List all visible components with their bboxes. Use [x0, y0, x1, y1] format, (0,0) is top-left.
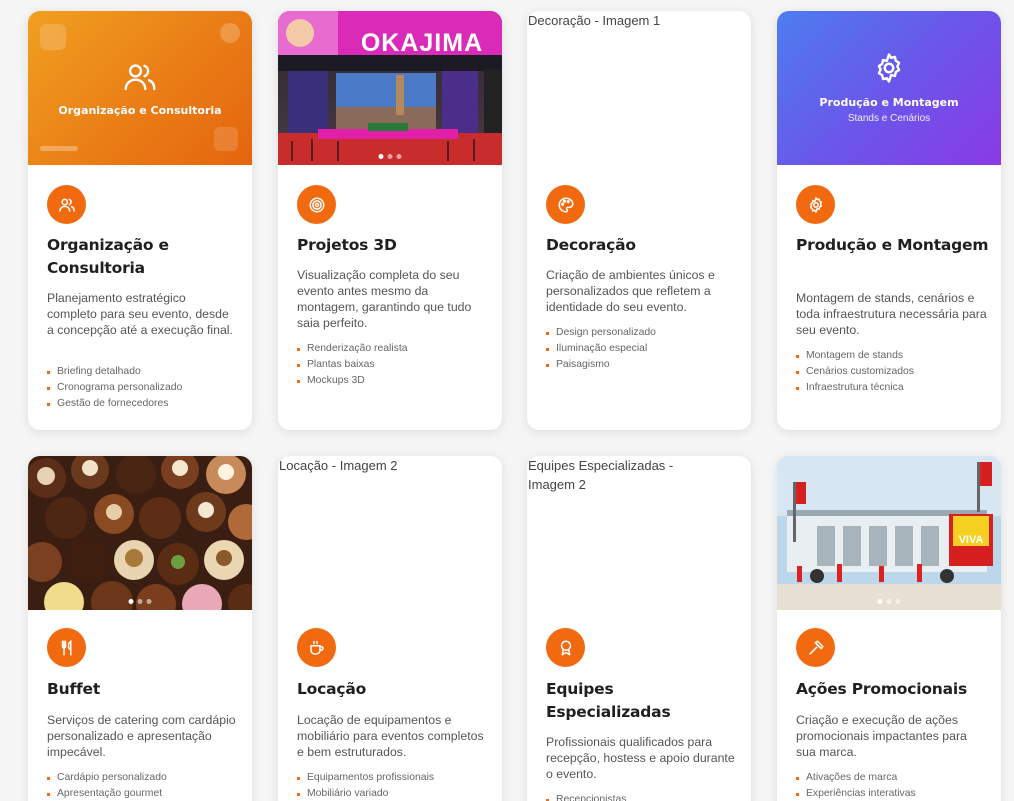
service-card-locacao[interactable]: Locação - Imagem 2 Locação Locação de eq…	[278, 456, 502, 801]
card-title: Organização e Consultoria	[47, 236, 169, 277]
broken-image-alt: Locação - Imagem 2	[279, 458, 398, 473]
target-icon	[297, 185, 336, 224]
feature-item: Paisagismo	[546, 357, 741, 373]
card-title: Produção e Montagem	[796, 236, 989, 254]
banner-subtitle: Stands e Cenários	[847, 113, 931, 124]
decor-square	[40, 24, 66, 50]
card-description: Serviços de catering com cardápio person…	[47, 713, 236, 759]
hammer-icon	[796, 628, 835, 667]
feature-item: Briefing detalhado	[47, 364, 242, 380]
banner-producao: Produção e Montagem Stands e Cenários	[777, 11, 1001, 165]
image-projetos3d[interactable]: OKAJIMA	[278, 11, 502, 165]
feature-list: Montagem de stands Cenários customizados…	[796, 348, 991, 396]
card-title: Locação	[297, 680, 367, 698]
feature-item: Mobiliário variado	[297, 786, 492, 801]
feature-item: Experiências interativas	[796, 786, 991, 801]
decor-circle	[220, 23, 240, 43]
banner-title: Produção e Montagem	[819, 96, 959, 109]
feature-list: Briefing detalhado Cronograma personaliz…	[47, 364, 242, 412]
banner-organizacao: Organização e Consultoria	[28, 11, 252, 165]
image-acoes[interactable]: VIVA	[777, 456, 1001, 610]
broken-image-alt: Equipes Especializadas - Imagem 2	[528, 458, 674, 492]
feature-item: Equipamentos profissionais	[297, 770, 492, 786]
feature-item: Apresentação gourmet	[47, 786, 242, 801]
carousel-dot[interactable]	[146, 599, 152, 604]
card-description: Locação de equipamentos e mobiliário par…	[297, 713, 484, 759]
feature-item: Iluminação especial	[546, 341, 741, 357]
card-title: Equipes Especializadas	[546, 680, 671, 721]
feature-item: Design personalizado	[546, 325, 741, 341]
image-buffet[interactable]	[28, 456, 252, 610]
feature-list: Ativações de marca Experiências interati…	[796, 770, 991, 801]
feature-item: Renderização realista	[297, 341, 492, 357]
banner-title: Organização e Consultoria	[58, 104, 222, 117]
card-title: Ações Promocionais	[796, 680, 968, 698]
carousel-dots	[877, 599, 901, 604]
feature-list: Recepcionistas	[546, 792, 741, 801]
card-description: Criação de ambientes únicos e personaliz…	[546, 268, 715, 314]
decor-bar	[40, 146, 78, 151]
image-decoracao[interactable]: Decoração - Imagem 1	[527, 11, 751, 165]
carousel-dot[interactable]	[886, 599, 892, 604]
feature-list: Design personalizado Iluminação especial…	[546, 325, 741, 373]
feature-item: Recepcionistas	[546, 792, 741, 801]
palette-icon	[546, 185, 585, 224]
okajima-sign: OKAJIMA	[360, 29, 484, 57]
feature-list: Equipamentos profissionais Mobiliário va…	[297, 770, 492, 801]
feature-item: Gestão de fornecedores	[47, 396, 242, 412]
utensils-icon	[47, 628, 86, 667]
gear-icon	[796, 185, 835, 224]
service-card-buffet[interactable]: Buffet Serviços de catering com cardápio…	[28, 456, 252, 801]
feature-item: Cardápio personalizado	[47, 770, 242, 786]
carousel-dot[interactable]	[396, 154, 402, 159]
feature-item: Cronograma personalizado	[47, 380, 242, 396]
carousel-dots	[378, 154, 402, 159]
service-card-decoracao[interactable]: Decoração - Imagem 1 Decoração Criação d…	[527, 11, 751, 430]
card-title: Decoração	[546, 236, 636, 254]
service-card-projetos3d[interactable]: OKAJIMA Projetos 3D Visualização complet…	[278, 11, 502, 430]
carousel-dot[interactable]	[137, 599, 143, 604]
feature-item: Mockups 3D	[297, 373, 492, 389]
card-description: Montagem de stands, cenários e toda infr…	[796, 291, 987, 337]
carousel-dot[interactable]	[378, 154, 384, 159]
service-card-equipes[interactable]: Equipes Especializadas - Imagem 2 Equipe…	[527, 456, 751, 801]
cup-icon	[297, 628, 336, 667]
users-icon	[47, 185, 86, 224]
service-card-acoes[interactable]: VIVA Ações Promocionais Criação e execuç…	[777, 456, 1001, 801]
gear-icon	[872, 51, 906, 85]
feature-item: Cenários customizados	[796, 364, 991, 380]
card-description: Profissionais qualificados para recepção…	[546, 735, 735, 781]
feature-item: Plantas baixas	[297, 357, 492, 373]
carousel-dot[interactable]	[877, 599, 883, 604]
feature-list: Renderização realista Plantas baixas Moc…	[297, 341, 492, 389]
card-title: Buffet	[47, 680, 101, 698]
service-card-producao[interactable]: Produção e Montagem Stands e Cenários Pr…	[777, 11, 1001, 430]
image-equipes[interactable]: Equipes Especializadas - Imagem 2	[527, 456, 751, 610]
promo-truck-image	[777, 456, 1001, 610]
feature-item: Infraestrutura técnica	[796, 380, 991, 396]
users-icon	[122, 59, 158, 95]
carousel-dot[interactable]	[387, 154, 393, 159]
carousel-dot[interactable]	[128, 599, 134, 604]
feature-item: Montagem de stands	[796, 348, 991, 364]
feature-item: Ativações de marca	[796, 770, 991, 786]
chocolates-image	[28, 456, 252, 610]
card-description: Criação e execução de ações promocionais…	[796, 713, 967, 759]
feature-list: Cardápio personalizado Apresentação gour…	[47, 770, 242, 801]
broken-image-alt: Decoração - Imagem 1	[528, 13, 661, 28]
card-description: Planejamento estratégico completo para s…	[47, 291, 233, 337]
viva-sign: VIVA	[958, 534, 984, 546]
carousel-dot[interactable]	[895, 599, 901, 604]
card-title: Projetos 3D	[297, 236, 397, 254]
card-description: Visualização completa do seu evento ante…	[297, 268, 472, 330]
decor-square	[214, 127, 238, 151]
award-icon	[546, 628, 585, 667]
carousel-dots	[128, 599, 152, 604]
service-card-organizacao[interactable]: Organização e Consultoria Organização e …	[28, 11, 252, 430]
image-locacao[interactable]: Locação - Imagem 2	[278, 456, 502, 610]
